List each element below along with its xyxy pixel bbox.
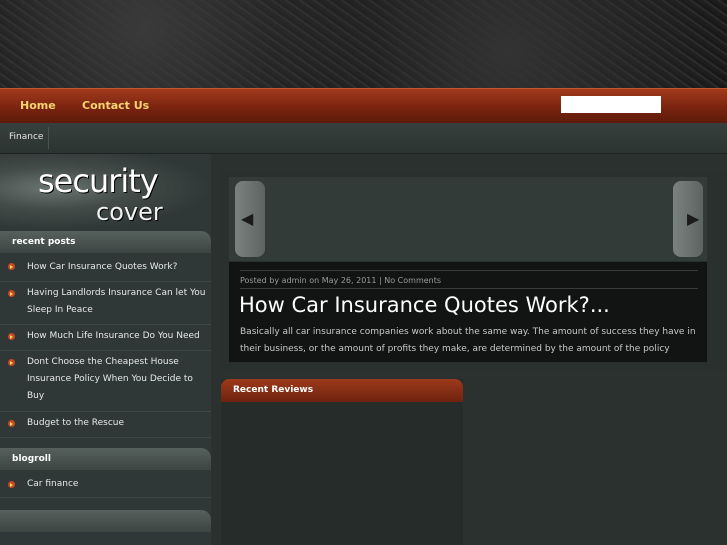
blogroll-heading: blogroll: [0, 448, 211, 470]
recent-reviews-panel: [221, 379, 463, 545]
recent-post-link[interactable]: Dont Choose the Cheapest House Insurance…: [27, 354, 207, 405]
divider: [240, 288, 698, 289]
recent-post-item[interactable]: How Much Life Insurance Do You Need: [0, 325, 211, 351]
recent-posts-heading: recent posts: [0, 231, 211, 253]
blogroll-item[interactable]: Car finance: [0, 473, 211, 498]
bullet-arrow-icon: [8, 481, 15, 488]
nav-home[interactable]: Home: [20, 89, 56, 123]
recent-post-link[interactable]: How Car Insurance Quotes Work?: [27, 259, 207, 276]
recent-post-link[interactable]: Budget to the Rescue: [27, 415, 207, 432]
recent-reviews-heading: Recent Reviews: [221, 379, 463, 402]
featured-slider: [229, 177, 707, 261]
bullet-arrow-icon: [8, 290, 15, 297]
header-banner: [0, 0, 727, 88]
logo-text-cover: cover: [96, 198, 163, 226]
bullet-arrow-icon: [8, 359, 15, 366]
category-finance[interactable]: Finance: [9, 123, 43, 151]
nav-contact-us[interactable]: Contact Us: [82, 89, 149, 123]
recent-post-item[interactable]: Budget to the Rescue: [0, 412, 211, 438]
divider: [240, 270, 698, 271]
arrow-left-icon: ◀: [241, 209, 254, 228]
arrow-right-icon: ▶: [687, 209, 700, 228]
post-title[interactable]: How Car Insurance Quotes Work?...: [239, 293, 610, 317]
sidebar-widget-heading: [0, 510, 211, 532]
post-excerpt: Basically all car insurance companies wo…: [240, 327, 696, 354]
slider-prev-button[interactable]: ◀: [235, 181, 265, 257]
search-input[interactable]: [561, 96, 661, 113]
category-divider: [48, 127, 49, 149]
bullet-arrow-icon: [8, 420, 15, 427]
site-logo[interactable]: security cover: [0, 154, 211, 230]
recent-post-link[interactable]: How Much Life Insurance Do You Need: [27, 328, 207, 345]
bullet-arrow-icon: [8, 263, 15, 270]
slider-next-button[interactable]: ▶: [673, 181, 703, 257]
recent-post-item[interactable]: Dont Choose the Cheapest House Insurance…: [0, 351, 211, 412]
logo-text-security: security: [38, 162, 159, 200]
bullet-arrow-icon: [8, 333, 15, 340]
recent-post-link[interactable]: Having Landlords Insurance Can let You S…: [27, 285, 207, 319]
category-bar: Finance: [0, 123, 727, 154]
post-meta: Posted by admin on May 26, 2011 | No Com…: [240, 276, 442, 285]
recent-post-item[interactable]: How Car Insurance Quotes Work?: [0, 255, 211, 282]
recent-post-item[interactable]: Having Landlords Insurance Can let You S…: [0, 282, 211, 325]
blogroll-link[interactable]: Car finance: [27, 476, 207, 493]
